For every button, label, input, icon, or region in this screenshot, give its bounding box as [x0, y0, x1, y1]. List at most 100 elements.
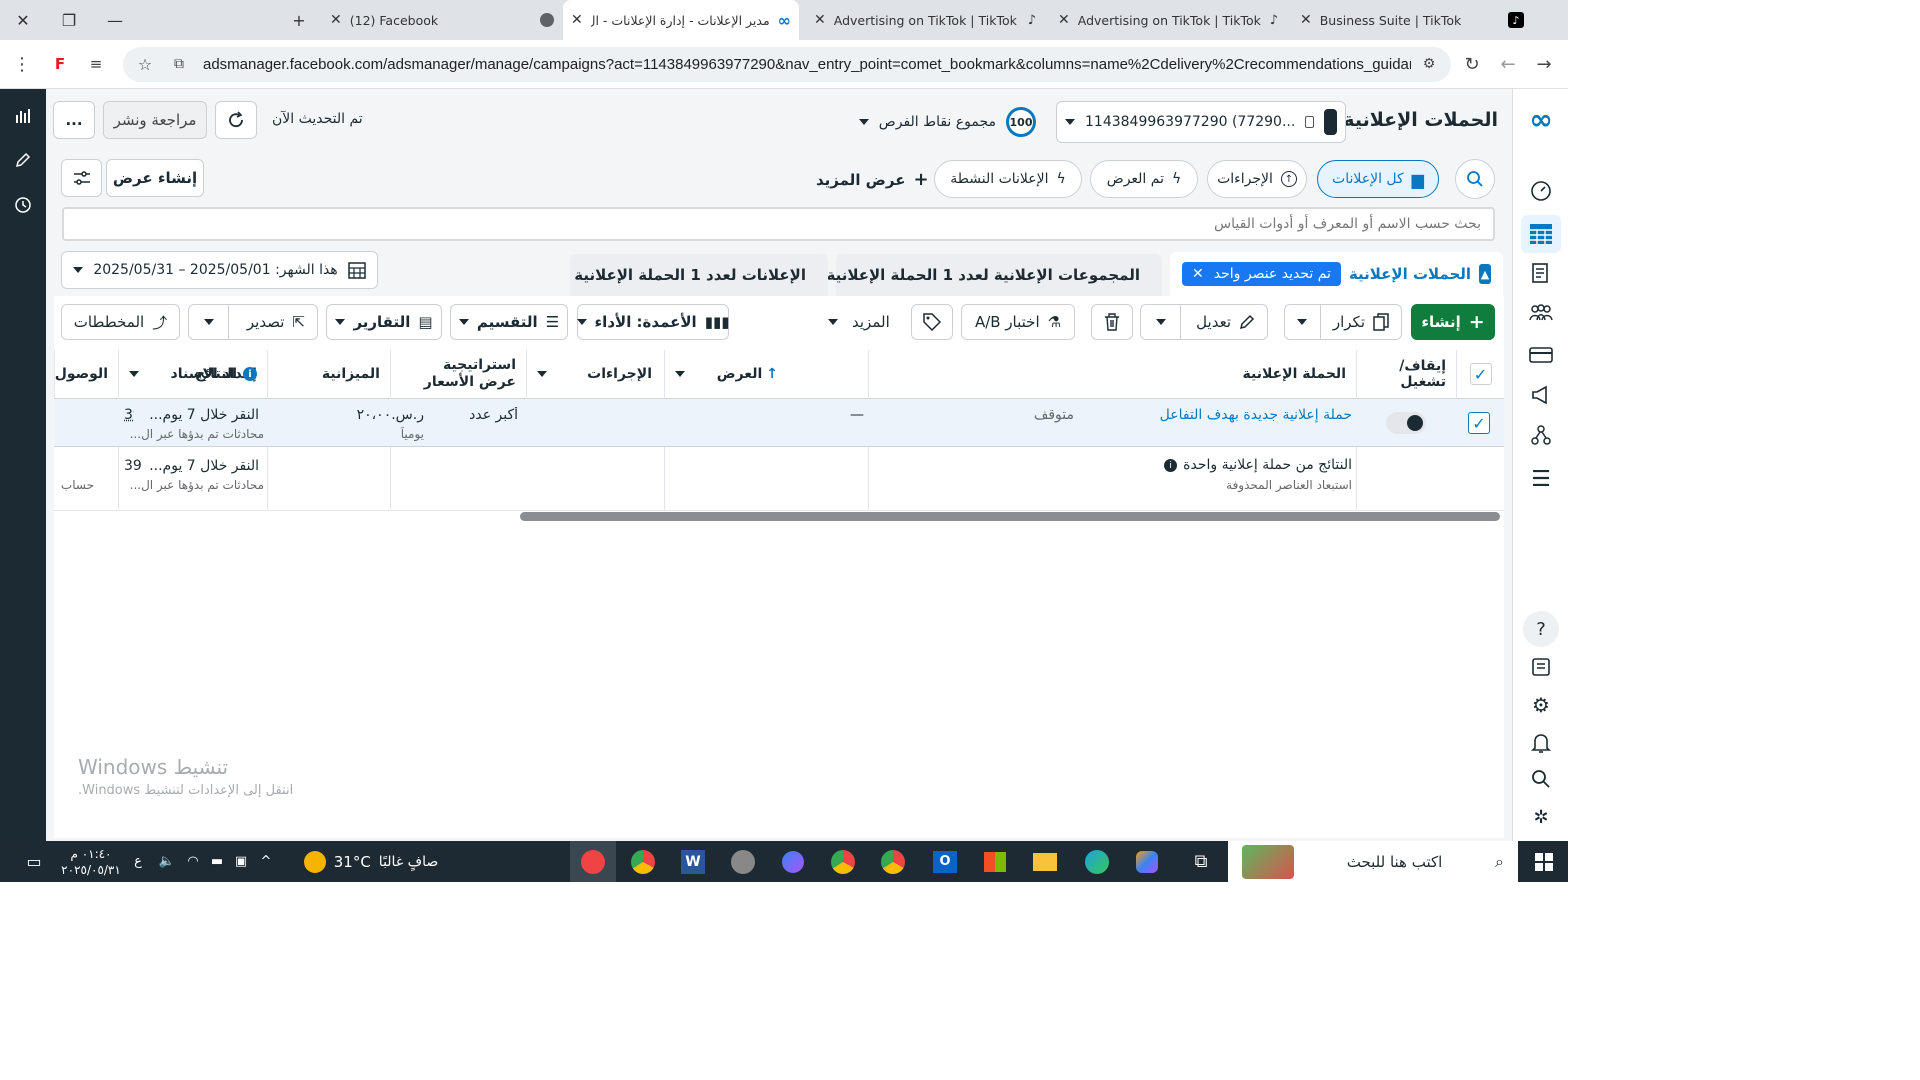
account-selector[interactable]: 1143849963977290 (77290... — [1056, 101, 1346, 143]
search-input[interactable]: بحث حسب الاسم أو المعرف أو أدوات القياس — [62, 207, 1495, 241]
notes-icon[interactable] — [1525, 651, 1557, 683]
tab-close-icon[interactable]: ✕ — [330, 12, 342, 28]
all-tools-menu-icon[interactable]: ☰ — [1525, 463, 1557, 495]
export-dropdown[interactable] — [189, 305, 229, 339]
export-button[interactable]: ⇱ تصدير — [235, 313, 317, 331]
taskbar-app-outlook[interactable]: O — [922, 841, 968, 882]
notification-icon[interactable]: ▭ — [22, 841, 46, 882]
volume-icon[interactable]: 🔈 — [156, 841, 178, 882]
history-clock-icon[interactable] — [12, 194, 34, 216]
taskbar-app-explorer[interactable] — [1022, 841, 1068, 882]
refresh-button[interactable] — [215, 101, 257, 139]
reports-dropdown[interactable]: ▤ التقارير — [326, 304, 442, 340]
edit-pencil-icon[interactable] — [12, 149, 34, 171]
tab-facebook[interactable]: ✕ (12) Facebook — [322, 0, 562, 40]
tab-close-icon[interactable]: ✕ — [1058, 12, 1070, 28]
chart-icon[interactable] — [12, 105, 34, 127]
taskbar-app-chrome-4[interactable] — [870, 841, 916, 882]
bug-report-icon[interactable]: ✲ — [1525, 801, 1557, 833]
taskbar-search-box[interactable]: اكتب هنا للبحث ⌕ — [1228, 841, 1518, 882]
help-icon[interactable]: ? — [1523, 611, 1559, 647]
tab-tiktok-business[interactable]: ✕ Business Suite | TikTok ♪ — [1292, 0, 1532, 40]
header-bid-strategy[interactable]: استراتيجية عرض الأسعار — [390, 350, 526, 399]
extension-icon[interactable]: F — [48, 52, 72, 76]
forward-icon[interactable]: ← — [1496, 52, 1520, 76]
columns-dropdown[interactable]: ▮▮▮ الأعمدة: الأداء — [576, 304, 729, 340]
minimize-window-button[interactable]: — — [92, 0, 138, 40]
url-text[interactable]: adsmanager.facebook.com/adsmanager/manag… — [203, 56, 1411, 73]
megaphone-icon[interactable] — [1525, 379, 1557, 411]
view-settings-button[interactable] — [61, 159, 102, 197]
filter-actions[interactable]: ↑ الإجراءات — [1207, 160, 1307, 198]
task-view-icon[interactable]: ⧉ — [1178, 841, 1224, 882]
weather-widget[interactable]: 31°C صافٍ غالبًا — [296, 841, 446, 882]
new-tab-button[interactable]: + — [276, 0, 322, 40]
taskbar-app-word[interactable]: W — [670, 841, 716, 882]
browser-menu-icon[interactable]: ⋮ — [10, 52, 34, 76]
taskbar-app-edge[interactable] — [1074, 841, 1120, 882]
tag-button[interactable] — [911, 304, 953, 340]
tab-campaigns[interactable]: ▲ الحملات الإعلانية تم تحديد عنصر واحد ✕ — [1170, 252, 1503, 296]
tab-close-icon[interactable]: ✕ — [814, 12, 826, 28]
install-app-icon[interactable]: ⧉ — [169, 54, 189, 74]
selected-badge[interactable]: تم تحديد عنصر واحد ✕ — [1182, 262, 1341, 286]
show-hidden-icons[interactable]: ^ — [256, 841, 276, 882]
filter-all-ads[interactable]: ▆ كل الإعلانات — [1317, 160, 1439, 198]
campaign-name-link[interactable]: حملة إعلانية جديدة بهدف التفاعل — [884, 407, 1352, 423]
taskbar-app-store[interactable] — [972, 841, 1018, 882]
taskbar-app-chrome-2[interactable] — [720, 841, 766, 882]
filter-active-ads[interactable]: ϟ الإعلانات النشطة — [934, 160, 1082, 198]
meta-logo-icon[interactable]: ∞ — [1525, 103, 1557, 136]
campaign-toggle[interactable] — [1386, 412, 1426, 434]
taskbar-app-copilot-2[interactable] — [1124, 841, 1170, 882]
device-icon[interactable]: ▣ — [230, 841, 252, 882]
duplicate-dropdown[interactable] — [1285, 305, 1321, 339]
pages-icon[interactable] — [1525, 257, 1557, 289]
tab-close-icon[interactable]: ✕ — [571, 12, 583, 28]
edit-button[interactable]: تعديل — [1184, 313, 1267, 331]
more-dropdown[interactable]: المزيد — [828, 313, 890, 331]
row-checkbox[interactable]: ✓ — [1468, 412, 1490, 434]
address-bar[interactable]: ☆ ⧉ adsmanager.facebook.com/adsmanager/m… — [123, 47, 1451, 82]
info-icon[interactable]: i — [1164, 459, 1178, 472]
taskbar-app-chrome-profile[interactable] — [570, 841, 616, 882]
show-more-filters[interactable]: + عرض المزيد — [816, 169, 929, 190]
charts-button[interactable]: ⤴ المخططات — [61, 304, 180, 340]
taskbar-app-chrome-3[interactable] — [820, 841, 866, 882]
results-value[interactable]: 39 — [124, 407, 134, 423]
close-window-button[interactable]: ✕ — [0, 0, 46, 40]
tab-close-icon[interactable]: ✕ — [1300, 12, 1312, 28]
filter-delivered[interactable]: ϟ تم العرض — [1090, 160, 1198, 198]
select-all-checkbox[interactable]: ✓ — [1469, 363, 1492, 385]
review-publish-button[interactable]: مراجعة ونشر — [103, 101, 207, 139]
restore-window-button[interactable]: ❐ — [46, 0, 92, 40]
start-button[interactable] — [1520, 841, 1568, 882]
search-icon[interactable] — [1525, 763, 1557, 795]
site-settings-icon[interactable]: ⚙ — [1419, 54, 1439, 74]
media-control-icon[interactable]: ≡ — [84, 52, 108, 76]
battery-icon[interactable]: ▬ — [206, 841, 228, 882]
settings-gear-icon[interactable]: ⚙ — [1525, 689, 1557, 721]
header-delivery[interactable]: ↑ العرض — [664, 350, 868, 399]
ab-test-button[interactable]: ⚗ اختبار A/B — [961, 304, 1075, 340]
taskbar-app-copilot[interactable] — [770, 841, 816, 882]
breakdown-dropdown[interactable]: ☰ التقسيم — [450, 304, 568, 340]
delete-button[interactable] — [1091, 304, 1133, 340]
header-results[interactable]: i النتائج — [118, 350, 267, 399]
horizontal-scrollbar[interactable] — [520, 512, 1500, 521]
create-view-button[interactable]: إنشاء عرض — [106, 159, 204, 197]
tab-ads[interactable]: الإعلانات لعدد 1 الحملة الإعلانية — [570, 254, 828, 296]
tab-ads-manager[interactable]: ✕ مدير الإعلانات - إدارة الإعلانات - ال … — [563, 0, 799, 40]
duplicate-button[interactable]: تكرار — [1321, 313, 1401, 331]
notifications-bell-icon[interactable] — [1525, 727, 1557, 759]
clock[interactable]: ٠١:٤٠ م ٢٠٢٥/٠٥/٣١ — [56, 841, 126, 882]
tab-tiktok-1[interactable]: ✕ Advertising on TikTok | TikTok A ♪ — [806, 0, 1044, 40]
ads-manager-table-icon[interactable] — [1521, 215, 1561, 253]
wifi-icon[interactable]: ◠ — [182, 841, 204, 882]
date-range-picker[interactable]: هذا الشهر: 2025/05/01 – 2025/05/31 — [61, 251, 378, 289]
search-toggle-button[interactable] — [1455, 159, 1495, 199]
taskbar-app-chrome[interactable] — [620, 841, 666, 882]
clear-selection-icon[interactable]: ✕ — [1192, 266, 1204, 282]
events-manager-icon[interactable] — [1525, 419, 1557, 451]
billing-card-icon[interactable] — [1525, 339, 1557, 371]
